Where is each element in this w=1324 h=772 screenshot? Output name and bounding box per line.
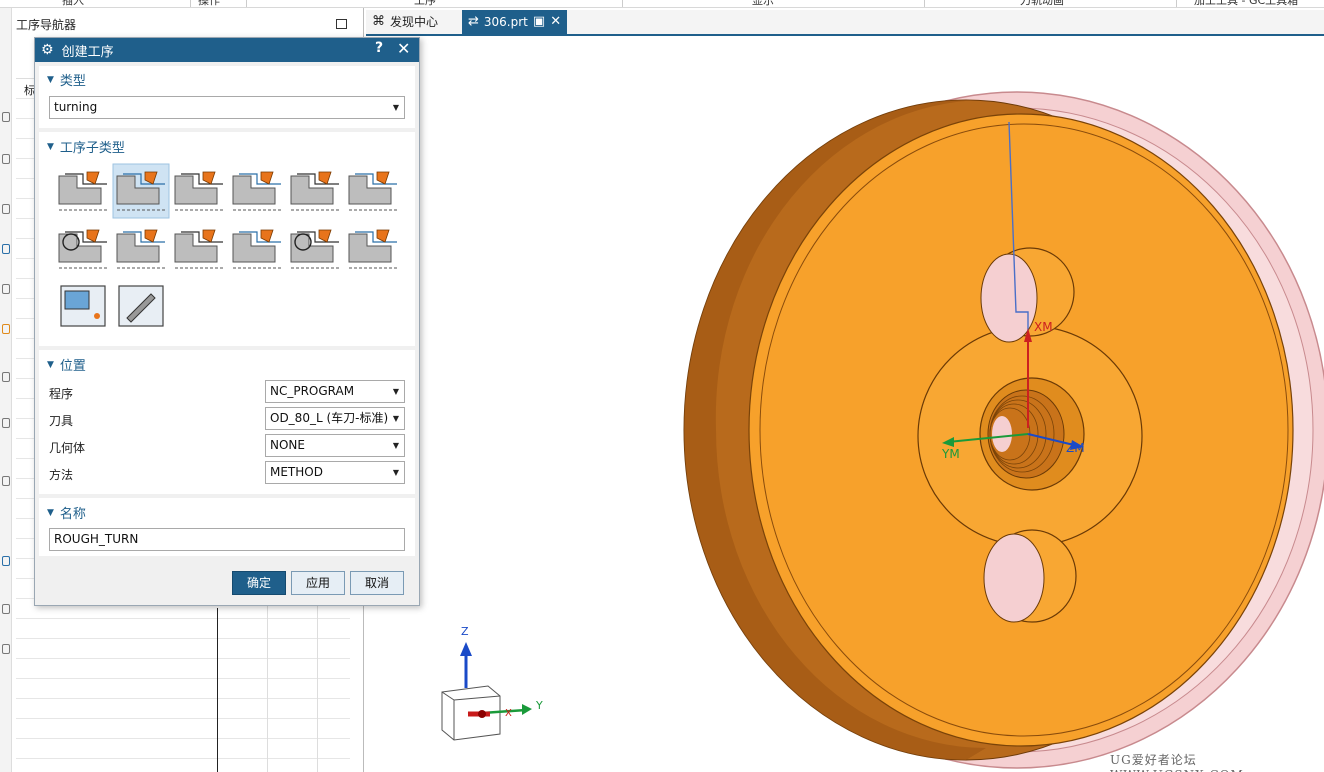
ribbon-gc-toolbox[interactable]: 加工工具 - GC工具箱 [1194, 0, 1298, 7]
location-section-header[interactable]: ▼ 位置 [47, 355, 86, 374]
geometry-label: 几何体 [49, 441, 86, 455]
tab-part-file[interactable]: ⇄ 306.prt ▣ ✕ [462, 10, 568, 34]
resource-icon[interactable] [2, 204, 10, 214]
close-button[interactable]: ✕ [397, 39, 410, 58]
gear-icon: ⚙ [41, 42, 54, 58]
resource-icon[interactable] [2, 604, 10, 614]
tab-discovery-center[interactable]: ⌘ 发现中心 [366, 10, 444, 34]
create-operation-dialog: ⚙ 创建工序 ? ✕ ▼ 类型 turning ▼ ▼ 工序子类型 ▼ 位置 程… [34, 37, 420, 606]
popout-icon[interactable]: ▣ [533, 10, 545, 34]
app-window: 插入 操作 工序 显示 刀轨动画 加工工具 - GC工具箱 工序导航器 标 ⌘ … [0, 0, 1324, 772]
ok-button[interactable]: 确定 [232, 571, 286, 595]
cancel-button[interactable]: 取消 [350, 571, 404, 595]
dialog-title: 创建工序 [61, 44, 114, 60]
rough-back-turn-icon[interactable] [174, 171, 223, 211]
resource-icon[interactable] [2, 284, 10, 294]
resource-icon[interactable] [2, 324, 10, 334]
type-section-header[interactable]: ▼ 类型 [47, 70, 86, 89]
watermark: UG爱好者论坛 WWW.UGSNX.COM [1110, 753, 1243, 772]
center-line-spotdrill-icon[interactable] [348, 229, 397, 269]
collapse-icon: ▼ [47, 507, 54, 518]
resource-icon[interactable] [2, 112, 10, 122]
program-label: 程序 [49, 387, 74, 401]
subtype-section: ▼ 工序子类型 [39, 132, 415, 346]
finish-turn-od-icon[interactable] [290, 171, 339, 211]
navigator-title: 工序导航器 [16, 18, 77, 32]
resource-icon[interactable] [2, 154, 10, 164]
chevron-down-icon: ▼ [392, 103, 399, 112]
method-value: METHOD [270, 465, 323, 479]
method-label: 方法 [49, 468, 74, 482]
close-tab-icon[interactable]: ✕ [550, 10, 561, 34]
collapse-icon: ▼ [47, 359, 54, 370]
location-section-label: 位置 [59, 359, 86, 374]
resource-icon[interactable] [2, 556, 10, 566]
triad-z-label: Z [461, 625, 469, 638]
name-section: ▼ 名称 ROUGH_TURN [39, 498, 415, 556]
collapse-icon: ▼ [47, 74, 54, 85]
tool-dropdown[interactable]: OD_80_L (车刀-标准) ▼ [265, 407, 405, 430]
subtype-icon-grid [58, 163, 397, 327]
program-dropdown[interactable]: NC_PROGRAM ▼ [265, 380, 405, 403]
resource-bar [0, 8, 12, 772]
thread-od-icon[interactable] [116, 229, 165, 269]
ribbon-animation[interactable]: 刀轨动画 [1020, 0, 1064, 7]
part-off-icon[interactable] [290, 229, 339, 269]
resource-icon[interactable] [2, 372, 10, 382]
part-file-icon: ⇄ [468, 14, 479, 29]
resource-icon[interactable] [2, 476, 10, 486]
type-section: ▼ 类型 turning ▼ [39, 66, 415, 128]
tab-label: 306.prt [483, 15, 528, 29]
machine-control-icon[interactable] [60, 285, 106, 327]
tool-value: OD_80_L (车刀-标准) [270, 411, 389, 425]
tab-label: 发现中心 [390, 15, 439, 29]
type-dropdown[interactable]: turning ▼ [49, 96, 405, 119]
name-section-header[interactable]: ▼ 名称 [47, 503, 86, 522]
user-defined-icon[interactable] [118, 285, 164, 327]
rough-bore-id-icon[interactable] [232, 171, 281, 211]
ribbon-menu: 插入 操作 工序 显示 刀轨动画 加工工具 - GC工具箱 [0, 0, 1324, 8]
document-tabs: ⌘ 发现中心 ⇄ 306.prt ▣ ✕ [366, 10, 1324, 36]
chevron-down-icon: ▼ [392, 468, 399, 477]
facing-icon[interactable] [58, 171, 107, 211]
tool-label: 刀具 [49, 414, 74, 428]
type-value: turning [54, 100, 98, 114]
method-dropdown[interactable]: METHOD ▼ [265, 461, 405, 484]
program-value: NC_PROGRAM [270, 384, 355, 398]
zm-axis-label: ZM [1066, 441, 1085, 455]
triad-x-label: X [505, 708, 512, 719]
operation-name-input[interactable]: ROUGH_TURN [49, 528, 405, 551]
teach-mode-icon[interactable] [174, 229, 223, 269]
maximize-icon[interactable] [336, 19, 347, 29]
type-section-label: 类型 [59, 74, 86, 89]
geometry-value: NONE [270, 438, 305, 452]
resource-icon[interactable] [2, 418, 10, 428]
discovery-icon: ⌘ [372, 14, 385, 29]
graphics-window[interactable]: XM YM ZM Z Y X [366, 36, 1324, 772]
apply-button[interactable]: 应用 [291, 571, 345, 595]
xm-axis-label: XM [1034, 320, 1053, 334]
ribbon-operation[interactable]: 操作 [198, 0, 220, 7]
resource-icon[interactable] [2, 244, 10, 254]
rough-turn-od-icon[interactable] [112, 163, 170, 219]
center-line-drilling-icon[interactable] [58, 229, 107, 269]
part-model[interactable] [366, 36, 1324, 772]
name-section-label: 名称 [59, 507, 86, 522]
chevron-down-icon: ▼ [392, 414, 399, 423]
dialog-title-bar[interactable]: ⚙ 创建工序 ? ✕ [35, 38, 419, 62]
ribbon-display[interactable]: 显示 [752, 0, 774, 7]
ribbon-process[interactable]: 工序 [414, 0, 436, 7]
chevron-down-icon: ▼ [392, 441, 399, 450]
help-button[interactable]: ? [375, 40, 383, 56]
triad-y-label: Y [536, 699, 543, 712]
location-section: ▼ 位置 程序 NC_PROGRAM ▼ 刀具 OD_80_L (车刀-标准) ▼ … [39, 350, 415, 494]
resource-icon[interactable] [2, 644, 10, 654]
chevron-down-icon: ▼ [392, 387, 399, 396]
ribbon-insert[interactable]: 插入 [62, 0, 84, 7]
groove-od-icon[interactable] [348, 171, 397, 211]
teach-mode-id-icon[interactable] [232, 229, 281, 269]
geometry-dropdown[interactable]: NONE ▼ [265, 434, 405, 457]
ym-axis-label: YM [942, 447, 960, 461]
